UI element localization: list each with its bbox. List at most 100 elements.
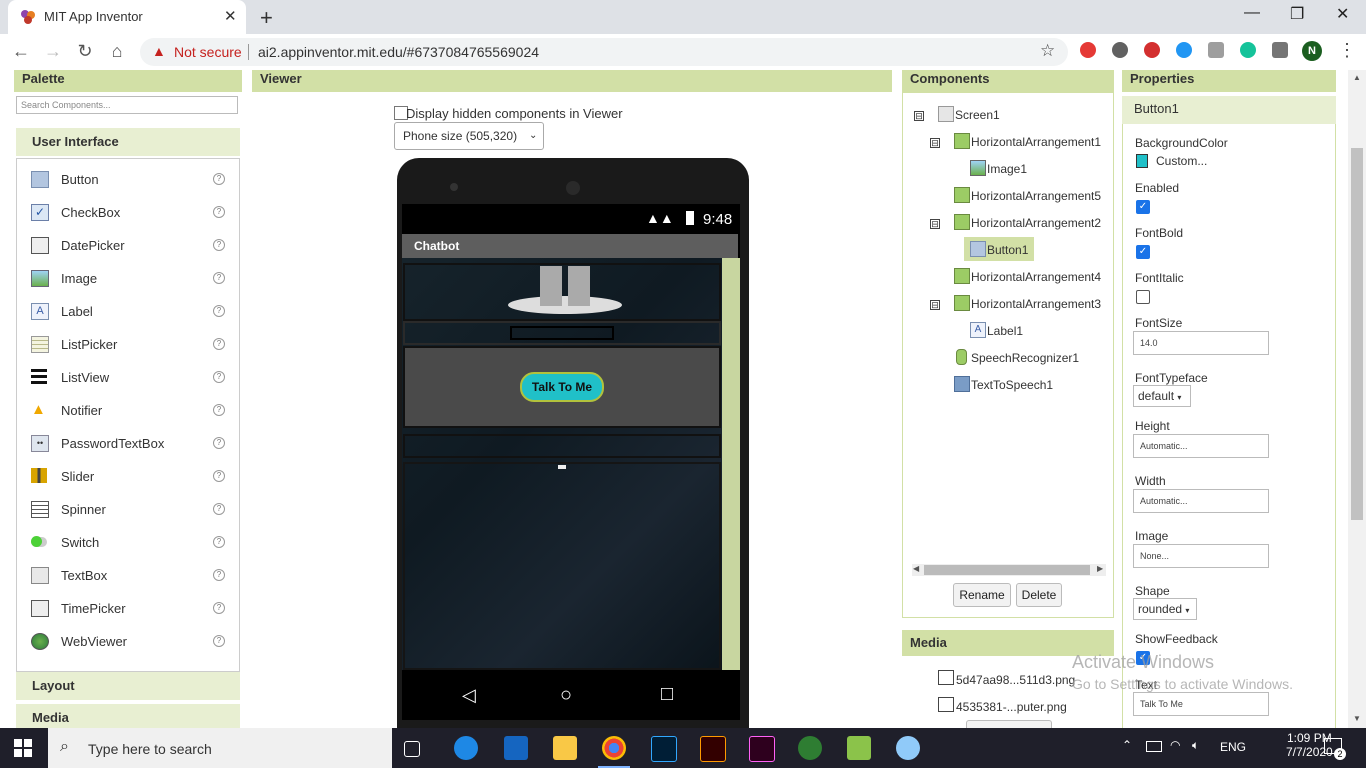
horizontal-arrangement-3[interactable] bbox=[403, 462, 721, 670]
palette-item-spinner[interactable]: Spinner ? bbox=[17, 493, 239, 526]
fontbold-checkbox[interactable]: ✓ bbox=[1136, 245, 1150, 259]
extension-grammarly-icon[interactable] bbox=[1240, 42, 1256, 58]
palette-item-label[interactable]: A Label ? bbox=[17, 295, 239, 328]
palette-item-image[interactable]: Image ? bbox=[17, 262, 239, 295]
fonttypeface-select[interactable]: default ▾ bbox=[1133, 385, 1191, 407]
palette-item-passwordtextbox[interactable]: •• PasswordTextBox ? bbox=[17, 427, 239, 460]
palette-item-webviewer[interactable]: WebViewer ? bbox=[17, 625, 239, 658]
height-input[interactable]: Automatic... bbox=[1133, 434, 1269, 458]
image1-base[interactable] bbox=[508, 296, 622, 314]
scroll-down-icon[interactable]: ▼ bbox=[1353, 714, 1361, 723]
collapse-icon[interactable]: ⊟ bbox=[914, 111, 924, 121]
chrome-icon[interactable] bbox=[602, 736, 626, 760]
extension-wave-icon[interactable] bbox=[1176, 42, 1192, 58]
help-icon[interactable]: ? bbox=[213, 371, 225, 383]
extensions-puzzle-icon[interactable] bbox=[1272, 42, 1288, 58]
label1-placeholder[interactable] bbox=[510, 326, 614, 340]
windows-start-icon[interactable] bbox=[14, 739, 32, 757]
restore-icon[interactable]: ❐ bbox=[1290, 4, 1304, 24]
enabled-checkbox[interactable]: ✓ bbox=[1136, 200, 1150, 214]
text-input[interactable]: Talk To Me bbox=[1133, 692, 1269, 716]
browser-tab[interactable]: MIT App Inventor ✕ bbox=[8, 0, 246, 34]
palette-item-timepicker[interactable]: TimePicker ? bbox=[17, 592, 239, 625]
nav-home-icon[interactable]: ○ bbox=[560, 684, 572, 707]
palette-item-switch[interactable]: Switch ? bbox=[17, 526, 239, 559]
tray-chevron-icon[interactable]: ⌃ bbox=[1122, 738, 1132, 752]
media-section[interactable]: Media bbox=[16, 704, 240, 728]
scroll-right-icon[interactable]: ▶ bbox=[1097, 564, 1103, 573]
components-scroll-thumb[interactable] bbox=[924, 565, 1090, 575]
bookmark-star-icon[interactable]: ☆ bbox=[1040, 41, 1055, 61]
rename-button[interactable]: Rename bbox=[953, 583, 1011, 607]
home-icon[interactable]: ⌂ bbox=[106, 41, 128, 62]
volume-icon[interactable]: 🔈︎ bbox=[1192, 738, 1199, 753]
phone-size-select[interactable]: Phone size (505,320) ⌄ bbox=[394, 122, 544, 150]
back-icon[interactable]: ← bbox=[10, 41, 32, 62]
paint-icon[interactable] bbox=[896, 736, 920, 760]
help-icon[interactable]: ? bbox=[213, 503, 225, 515]
nav-recents-icon[interactable]: □ bbox=[661, 683, 673, 706]
profile-avatar[interactable]: N bbox=[1302, 41, 1322, 61]
palette-item-listview[interactable]: ListView ? bbox=[17, 361, 239, 394]
palette-item-textbox[interactable]: TextBox ? bbox=[17, 559, 239, 592]
adobe-xd-icon[interactable] bbox=[749, 736, 775, 762]
app-icon[interactable] bbox=[847, 736, 871, 760]
delete-button[interactable]: Delete bbox=[1016, 583, 1062, 607]
photoshop-icon[interactable] bbox=[651, 736, 677, 762]
help-icon[interactable]: ? bbox=[213, 206, 225, 218]
layout-section[interactable]: Layout bbox=[16, 672, 240, 700]
scroll-up-icon[interactable]: ▲ bbox=[1353, 73, 1361, 82]
extension-camera-icon[interactable] bbox=[1208, 42, 1224, 58]
illustrator-icon[interactable] bbox=[700, 736, 726, 762]
palette-item-slider[interactable]: Slider ? bbox=[17, 460, 239, 493]
help-icon[interactable]: ? bbox=[213, 470, 225, 482]
internet-explorer-icon[interactable] bbox=[454, 736, 478, 760]
help-icon[interactable]: ? bbox=[213, 239, 225, 251]
palette-item-datepicker[interactable]: DatePicker ? bbox=[17, 229, 239, 262]
horizontal-arrangement-4[interactable] bbox=[403, 434, 721, 458]
palette-item-button[interactable]: Button ? bbox=[17, 163, 239, 196]
not-secure-label[interactable]: Not secure bbox=[174, 44, 242, 60]
image1-left-figure[interactable] bbox=[540, 266, 562, 306]
width-input[interactable]: Automatic... bbox=[1133, 489, 1269, 513]
address-bar[interactable]: ▲ Not secure ai2.appinventor.mit.edu/#67… bbox=[140, 38, 1068, 66]
help-icon[interactable]: ? bbox=[213, 635, 225, 647]
close-tab-icon[interactable]: ✕ bbox=[224, 7, 237, 25]
palette-item-checkbox[interactable]: ✓ CheckBox ? bbox=[17, 196, 239, 229]
collapse-icon[interactable]: ⊟ bbox=[930, 300, 940, 310]
help-icon[interactable]: ? bbox=[213, 437, 225, 449]
image-input[interactable]: None... bbox=[1133, 544, 1269, 568]
help-icon[interactable]: ? bbox=[213, 338, 225, 350]
minimize-icon[interactable]: — bbox=[1244, 4, 1260, 22]
task-view-icon[interactable] bbox=[404, 741, 420, 757]
taskbar-search-placeholder[interactable]: Type here to search bbox=[88, 741, 212, 757]
extension-hand-icon[interactable] bbox=[1144, 42, 1160, 58]
palette-item-listpicker[interactable]: ListPicker ? bbox=[17, 328, 239, 361]
fontsize-input[interactable]: 14.0 bbox=[1133, 331, 1269, 355]
extension-stop-icon[interactable] bbox=[1080, 42, 1096, 58]
fontitalic-checkbox[interactable] bbox=[1136, 290, 1150, 304]
window-close-icon[interactable]: ✕ bbox=[1336, 4, 1349, 24]
scroll-left-icon[interactable]: ◀ bbox=[913, 564, 919, 573]
browser-menu-icon[interactable]: ⋮ bbox=[1338, 40, 1356, 61]
warning-icon[interactable]: ▲ bbox=[152, 43, 166, 59]
user-interface-section[interactable]: User Interface bbox=[16, 128, 240, 156]
image1-right-figure[interactable] bbox=[568, 266, 590, 306]
collapse-icon[interactable]: ⊟ bbox=[930, 138, 940, 148]
help-icon[interactable]: ? bbox=[213, 404, 225, 416]
battery-tray-icon[interactable] bbox=[1146, 741, 1162, 752]
reload-icon[interactable]: ↻ bbox=[74, 41, 96, 62]
palette-item-notifier[interactable]: ▲ Notifier ? bbox=[17, 394, 239, 427]
page-scroll-thumb[interactable] bbox=[1351, 148, 1363, 520]
help-icon[interactable]: ? bbox=[213, 305, 225, 317]
language-indicator[interactable]: ENG bbox=[1220, 740, 1246, 754]
color-swatch[interactable] bbox=[1136, 154, 1148, 168]
network-icon[interactable]: ◠ bbox=[1170, 738, 1180, 752]
background-color-value[interactable]: Custom... bbox=[1156, 154, 1207, 168]
forward-icon[interactable]: → bbox=[42, 41, 64, 62]
mail-icon[interactable] bbox=[504, 736, 528, 760]
file-explorer-icon[interactable] bbox=[553, 736, 577, 760]
search-components-input[interactable]: Search Components... bbox=[16, 96, 238, 114]
new-tab-icon[interactable]: + bbox=[260, 5, 273, 31]
maps-pin-icon[interactable] bbox=[798, 736, 822, 760]
